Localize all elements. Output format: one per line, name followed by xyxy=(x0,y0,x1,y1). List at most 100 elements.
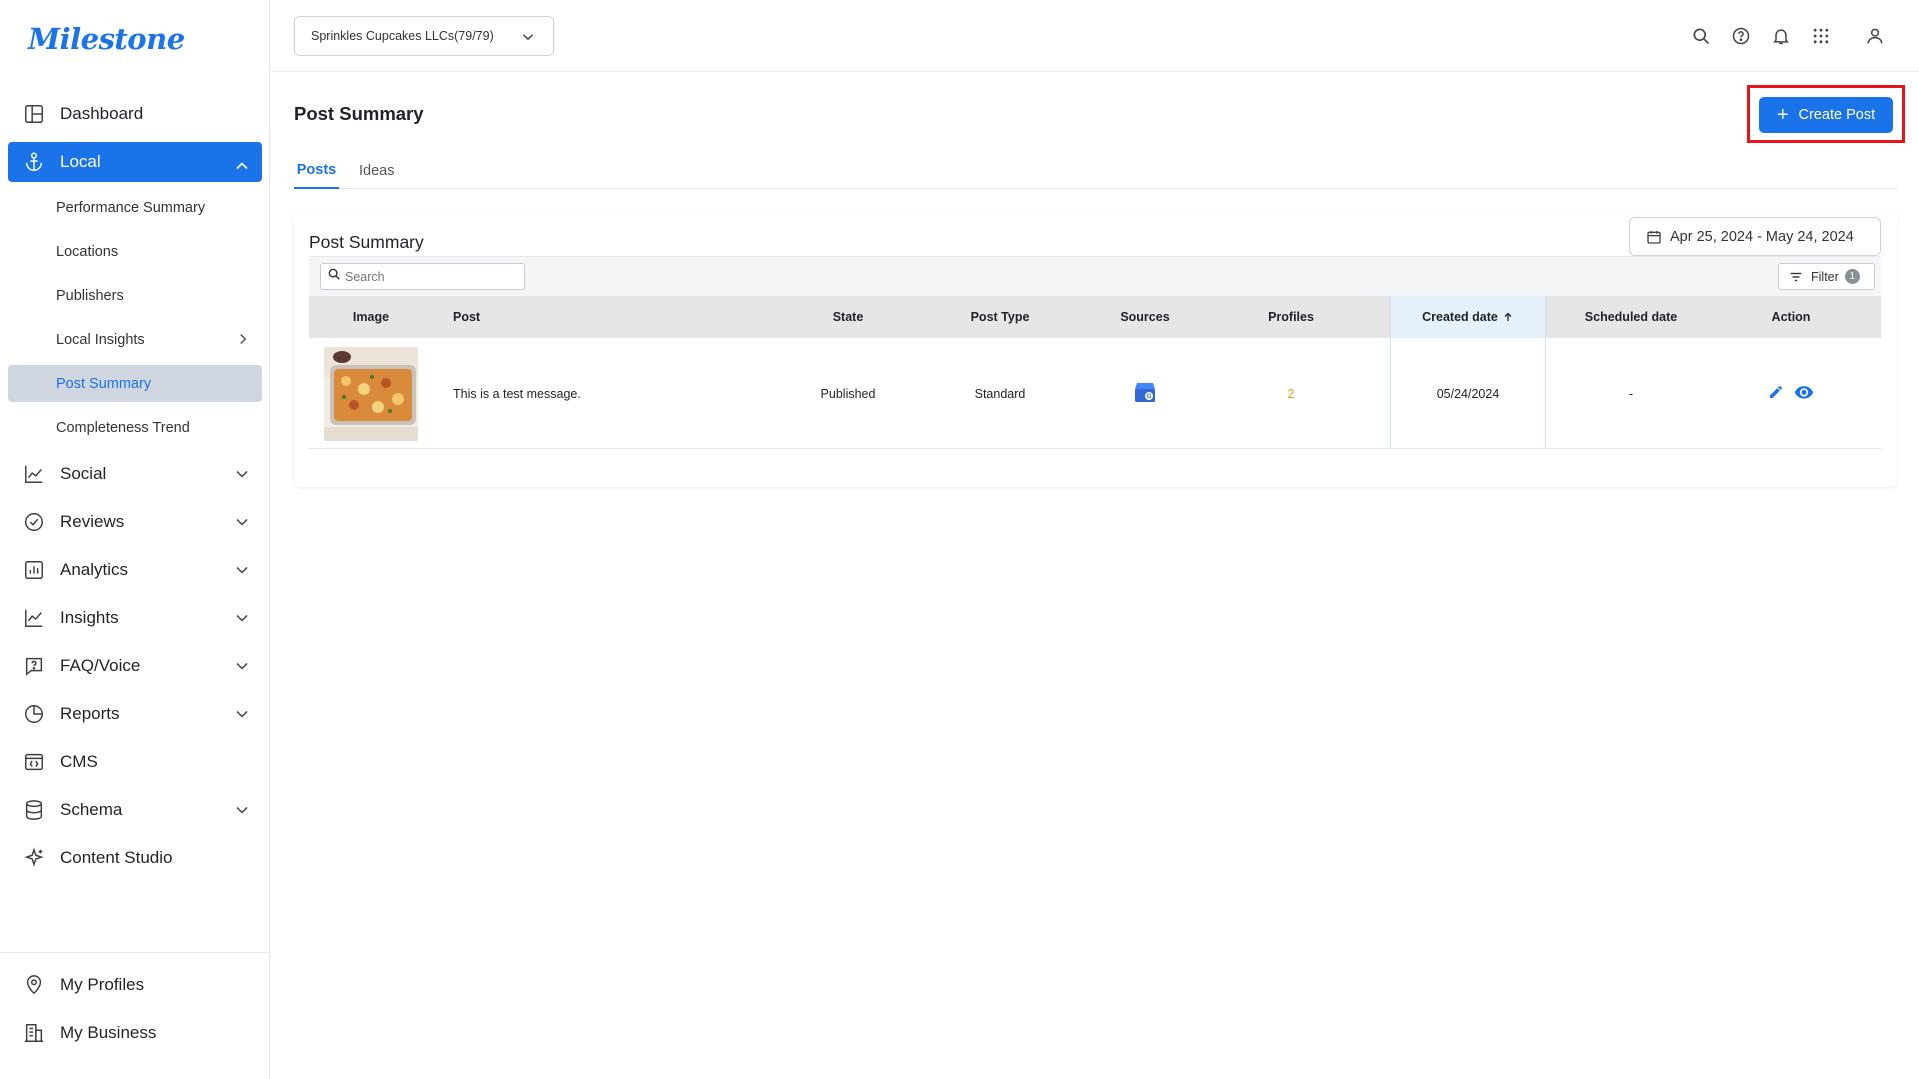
date-range-label: Apr 25, 2024 - May 24, 2024 xyxy=(1670,228,1854,245)
column-header-post: Post xyxy=(453,310,481,324)
post-summary-card: Post Summary Apr 25, 2024 - May 24, 2024 xyxy=(294,213,1897,487)
database-icon xyxy=(22,798,46,822)
company-selector-label: Sprinkles Cupcakes LLCs(79/79) xyxy=(311,29,494,43)
pie-chart-icon xyxy=(22,702,46,726)
sidebar-item-content-studio[interactable]: Content Studio xyxy=(8,834,262,882)
tab-bar: Posts Ideas xyxy=(294,153,1897,189)
building-icon xyxy=(22,1021,46,1045)
edit-pencil-icon[interactable] xyxy=(1768,384,1784,403)
sidebar-item-label: Content Studio xyxy=(60,848,173,867)
page-title: Post Summary xyxy=(294,103,424,124)
sidebar-item-faq-voice[interactable]: FAQ/Voice xyxy=(8,642,262,690)
sidebar-item-label: Social xyxy=(60,464,107,483)
help-icon[interactable] xyxy=(1721,22,1761,50)
sidebar-item-label: Reports xyxy=(60,704,120,723)
column-header-action: Action xyxy=(1771,310,1811,324)
search-input[interactable] xyxy=(345,269,515,284)
sidebar-item-my-business[interactable]: My Business xyxy=(8,1009,262,1057)
google-business-icon: G xyxy=(1133,381,1157,406)
sidebar-item-label: My Business xyxy=(60,1023,157,1042)
sidebar-nav: Dashboard Local Performance Summary Loca… xyxy=(8,90,262,882)
sidebar: Milestone Dashboard Local Performance Su… xyxy=(0,0,270,1079)
sidebar-item-schema[interactable]: Schema xyxy=(8,786,262,834)
chevron-down-icon xyxy=(232,656,252,676)
sidebar-subitem-local-insights[interactable]: Local Insights xyxy=(8,318,262,362)
search-icon xyxy=(327,267,341,286)
location-pin-icon xyxy=(22,973,46,997)
chevron-right-icon xyxy=(234,330,252,348)
create-post-label: Create Post xyxy=(1798,107,1876,123)
view-eye-icon[interactable] xyxy=(1794,384,1814,403)
column-header-state: State xyxy=(832,310,864,324)
sidebar-item-local[interactable]: Local xyxy=(8,142,262,182)
bar-chart-icon xyxy=(22,558,46,582)
calendar-icon xyxy=(1646,229,1662,245)
filter-count-badge: 1 xyxy=(1844,269,1860,284)
check-circle-icon xyxy=(22,510,46,534)
app-root: Milestone Dashboard Local Performance Su… xyxy=(0,0,1919,1079)
company-selector[interactable]: Sprinkles Cupcakes LLCs(79/79) xyxy=(294,16,554,56)
sidebar-item-social[interactable]: Social xyxy=(8,450,262,498)
sidebar-subitem-locations[interactable]: Locations xyxy=(8,230,262,274)
sidebar-item-label: FAQ/Voice xyxy=(60,656,141,675)
chevron-down-icon xyxy=(232,464,252,484)
sidebar-item-label: Dashboard xyxy=(60,104,144,123)
anchor-icon xyxy=(22,150,46,174)
sidebar-subitem-label: Publishers xyxy=(56,288,124,304)
card-title: Post Summary xyxy=(309,232,424,252)
bell-icon[interactable] xyxy=(1761,22,1801,50)
chevron-down-icon xyxy=(232,608,252,628)
cell-scheduled-date: - xyxy=(1628,386,1634,401)
chevron-down-icon xyxy=(232,800,252,820)
sidebar-item-my-profiles[interactable]: My Profiles xyxy=(8,961,262,1009)
table-toolbar: Filter 1 xyxy=(309,256,1881,296)
sidebar-subitem-completeness-trend[interactable]: Completeness Trend xyxy=(8,406,262,450)
table-row: This is a test message. Published Standa… xyxy=(309,338,1881,449)
tab-posts[interactable]: Posts xyxy=(294,153,339,189)
svg-text:G: G xyxy=(1147,393,1152,400)
sidebar-subitem-label: Locations xyxy=(56,244,119,260)
top-icons xyxy=(1681,22,1895,50)
chevron-down-icon xyxy=(232,704,252,724)
column-header-scheduled-date: Scheduled date xyxy=(1584,310,1678,324)
column-header-profiles: Profiles xyxy=(1268,310,1314,324)
sidebar-item-label: My Profiles xyxy=(60,975,145,994)
sidebar-subitem-performance-summary[interactable]: Performance Summary xyxy=(8,186,262,230)
sidebar-item-analytics[interactable]: Analytics xyxy=(8,546,262,594)
plus-icon: + xyxy=(1776,104,1789,126)
sidebar-subitem-publishers[interactable]: Publishers xyxy=(8,274,262,318)
sidebar-item-reports[interactable]: Reports xyxy=(8,690,262,738)
cell-sources: G xyxy=(1095,338,1195,449)
sidebar-subitem-post-summary[interactable]: Post Summary xyxy=(8,365,262,402)
sidebar-item-cms[interactable]: CMS xyxy=(8,738,262,786)
sidebar-subitem-label: Completeness Trend xyxy=(56,420,190,436)
sidebar-item-label: Schema xyxy=(60,800,123,819)
chevron-down-icon xyxy=(519,28,537,46)
filter-button[interactable]: Filter 1 xyxy=(1778,263,1875,290)
create-post-button[interactable]: + Create Post xyxy=(1759,97,1893,133)
sidebar-item-reviews[interactable]: Reviews xyxy=(8,498,262,546)
apps-grid-icon[interactable] xyxy=(1801,22,1841,50)
cell-post-type: Standard xyxy=(974,386,1026,401)
table-header: Image Post State Post Type Sources Profi… xyxy=(309,296,1881,338)
top-bar: Sprinkles Cupcakes LLCs(79/79) xyxy=(271,0,1919,72)
sidebar-item-label: Analytics xyxy=(60,560,129,579)
user-icon[interactable] xyxy=(1855,22,1895,50)
tab-ideas[interactable]: Ideas xyxy=(359,153,394,189)
sidebar-item-label: CMS xyxy=(60,752,98,771)
column-header-image: Image xyxy=(352,310,390,324)
post-thumbnail[interactable] xyxy=(324,346,418,441)
search-icon[interactable] xyxy=(1681,22,1721,50)
chevron-down-icon xyxy=(232,512,252,532)
search-box xyxy=(320,263,525,290)
trend-icon xyxy=(22,606,46,630)
column-header-created-date[interactable]: Created date xyxy=(1390,296,1546,338)
sort-arrow-up-icon xyxy=(1502,311,1514,323)
cell-profiles[interactable]: 2 xyxy=(1241,338,1341,449)
sidebar-item-insights[interactable]: Insights xyxy=(8,594,262,642)
cell-post: This is a test message. xyxy=(453,386,581,401)
date-range-picker[interactable]: Apr 25, 2024 - May 24, 2024 xyxy=(1629,217,1881,256)
sidebar-item-dashboard[interactable]: Dashboard xyxy=(8,90,262,138)
code-window-icon xyxy=(22,750,46,774)
column-header-post-type: Post Type xyxy=(970,310,1030,324)
